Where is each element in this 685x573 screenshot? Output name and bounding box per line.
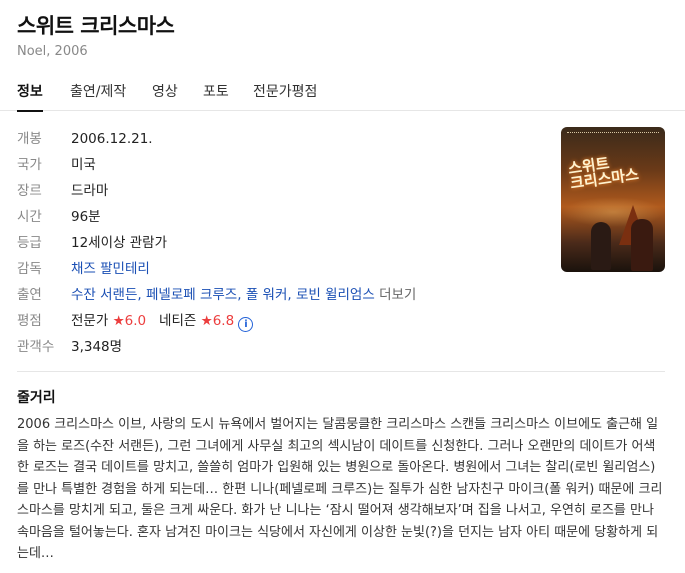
cast-more-link[interactable]: 더보기 [379, 287, 416, 303]
info-row-release: 개봉 2006.12.21. [17, 127, 537, 153]
info-row-director: 감독 채즈 팔민테리 [17, 257, 537, 283]
expert-score-value: 6.0 [124, 313, 147, 329]
star-icon: ★ [200, 313, 213, 329]
movie-poster[interactable]: 스위트 크리스마스 [561, 127, 665, 272]
star-icon: ★ [112, 313, 125, 329]
poster-title-art: 스위트 크리스마스 [567, 152, 640, 192]
netizen-score-value: 6.8 [212, 313, 235, 329]
poster-figure [631, 219, 653, 271]
genre-value: 드라마 [71, 183, 109, 199]
info-table: 개봉 2006.12.21. 국가 미국 장르 드라마 시간 96분 등급 12세이상 관… [17, 127, 537, 361]
info-row-rating: 등급 12세이상 관람가 [17, 231, 537, 257]
release-date: 2006.12.21. [71, 131, 153, 147]
expert-score-label: 전문가 [71, 313, 109, 329]
tab-photo[interactable]: 포토 [203, 81, 229, 110]
poster-figure [591, 222, 611, 270]
info-row-audience: 관객수 3,348명 [17, 335, 537, 361]
info-label: 평점 [17, 313, 42, 329]
info-label: 관객수 [17, 339, 55, 355]
runtime-value: 96분 [71, 209, 101, 225]
page-title: 스위트 크리스마스 [17, 14, 175, 38]
tab-cast-crew[interactable]: 출연/제작 [70, 81, 126, 110]
info-label: 개봉 [17, 131, 42, 147]
tab-bar: 정보 출연/제작 영상 포토 전문가평점 [0, 76, 685, 112]
country-value: 미국 [71, 157, 96, 173]
audience-count: 3,348명 [71, 339, 123, 355]
info-label: 시간 [17, 209, 42, 225]
cast-link-paul-walker[interactable]: 폴 워커, [246, 287, 292, 303]
original-title-year: Noel, 2006 [17, 44, 88, 59]
info-row-score: 평점 전문가 ★6.0 네티즌 ★6.8 i [17, 309, 537, 335]
info-label: 출연 [17, 287, 42, 303]
tab-expert-rating[interactable]: 전문가평점 [253, 81, 317, 110]
info-label: 등급 [17, 235, 42, 251]
movie-info-page: 스위트 크리스마스 Noel, 2006 정보 출연/제작 영상 포토 전문가평… [0, 0, 685, 573]
info-label: 국가 [17, 157, 42, 173]
netizen-score-label: 네티즌 [159, 313, 197, 329]
age-rating-value: 12세이상 관람가 [71, 235, 167, 251]
info-row-genre: 장르 드라마 [17, 179, 537, 205]
cast-link-penelope-cruz[interactable]: 페넬로페 크루즈, [146, 287, 242, 303]
info-icon[interactable]: i [238, 317, 254, 332]
info-row-country: 국가 미국 [17, 153, 537, 179]
synopsis-text: 2006 크리스마스 이브, 사랑의 도시 뉴욕에서 벌어지는 달콤뭉클한 크리… [17, 417, 663, 561]
info-label: 감독 [17, 261, 42, 277]
director-link[interactable]: 채즈 팔민테리 [71, 261, 150, 277]
section-divider [17, 371, 665, 372]
cast-link-susan-sarandon[interactable]: 수잔 서랜든, [71, 287, 142, 303]
info-row-cast: 출연 수잔 서랜든, 페넬로페 크루즈, 폴 워커, 로빈 윌리엄스 더보기 [17, 283, 537, 309]
tab-info[interactable]: 정보 [17, 81, 43, 112]
info-label: 장르 [17, 183, 42, 199]
synopsis-heading: 줄거리 [17, 390, 56, 406]
tab-video[interactable]: 영상 [152, 81, 178, 110]
cast-link-robin-williams[interactable]: 로빈 윌리엄스 [296, 287, 375, 303]
poster-credits-strip [567, 132, 659, 136]
info-row-runtime: 시간 96분 [17, 205, 537, 231]
